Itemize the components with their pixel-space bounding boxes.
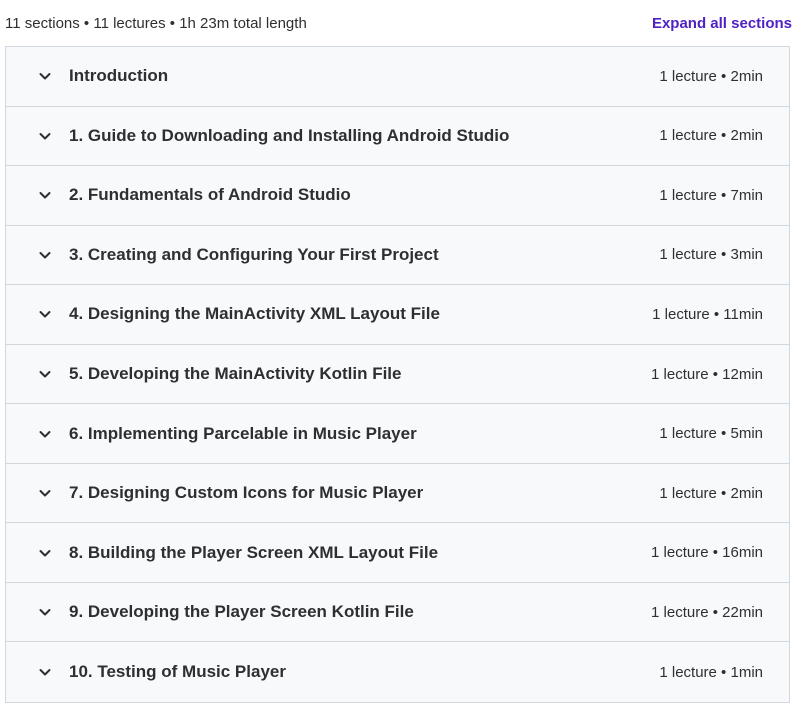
chevron-down-icon[interactable] — [38, 188, 52, 202]
section-title: 5. Developing the MainActivity Kotlin Fi… — [69, 364, 402, 383]
section-title: Introduction — [69, 66, 169, 86]
section-lecture-info: 1 lecture • 2min — [659, 67, 763, 85]
section-row[interactable]: 2. Fundamentals of Android Studio 1 lect… — [6, 166, 789, 226]
section-row[interactable]: 8. Building the Player Screen XML Layout… — [6, 523, 789, 583]
section-title: 6. Implementing Parcelable in Music Play… — [69, 423, 417, 443]
chevron-down-icon[interactable] — [38, 665, 52, 679]
section-lecture-info: 1 lecture • 16min — [651, 544, 763, 562]
section-title: 10. Testing of Music Player — [69, 662, 286, 682]
chevron-down-icon[interactable] — [38, 605, 52, 619]
section-lecture-info: 1 lecture • 7min — [659, 186, 763, 204]
section-lecture-info: 1 lecture • 5min — [659, 425, 763, 443]
section-row[interactable]: Introduction 1 lecture • 2min — [6, 47, 789, 107]
section-title: 8. Building the Player Screen XML Layout… — [69, 542, 439, 562]
chevron-down-icon[interactable] — [38, 546, 52, 560]
section-title: 4. Designing the MainActivity XML Layout… — [69, 304, 440, 324]
section-lecture-info: 1 lecture • 1min — [659, 663, 763, 681]
chevron-down-icon[interactable] — [38, 486, 52, 500]
section-title: 7. Designing Custom Icons for Music Play… — [69, 483, 424, 503]
chevron-down-icon[interactable] — [38, 69, 52, 83]
section-title: 1. Guide to Downloading and Installing A… — [69, 125, 510, 145]
section-row[interactable]: 7. Designing Custom Icons for Music Play… — [6, 463, 789, 524]
section-row[interactable]: 9. Developing the Player Screen Kotlin F… — [6, 582, 789, 643]
section-lecture-info: 1 lecture • 2min — [659, 484, 763, 502]
section-row[interactable]: 5. Developing the MainActivity Kotlin Fi… — [6, 344, 789, 405]
chevron-down-icon[interactable] — [38, 307, 52, 321]
section-row[interactable]: 10. Testing of Music Player 1 lecture • … — [6, 642, 789, 703]
section-lecture-info: 1 lecture • 22min — [651, 603, 763, 621]
section-lecture-info: 1 lecture • 2min — [659, 127, 763, 145]
curriculum-summary: 11 sections • 11 lectures • 1h 23m total… — [5, 14, 307, 32]
chevron-down-icon[interactable] — [38, 129, 52, 143]
section-title: 9. Developing the Player Screen Kotlin F… — [69, 602, 414, 622]
section-row[interactable]: 4. Designing the MainActivity XML Layout… — [6, 285, 789, 345]
section-lecture-info: 1 lecture • 12min — [651, 365, 763, 383]
section-title: 3. Creating and Configuring Your First P… — [69, 244, 439, 264]
section-list: Introduction 1 lecture • 2min 1. Guide t… — [5, 46, 790, 704]
section-row[interactable]: 3. Creating and Configuring Your First P… — [6, 225, 789, 286]
expand-all-sections-button[interactable]: Expand all sections — [652, 15, 792, 32]
section-row[interactable]: 6. Implementing Parcelable in Music Play… — [6, 404, 789, 464]
section-title: 2. Fundamentals of Android Studio — [69, 185, 351, 205]
section-lecture-info: 1 lecture • 3min — [659, 246, 763, 264]
section-row[interactable]: 1. Guide to Downloading and Installing A… — [6, 106, 789, 167]
chevron-down-icon[interactable] — [38, 367, 52, 381]
curriculum-header: 11 sections • 11 lectures • 1h 23m total… — [5, 0, 792, 46]
chevron-down-icon[interactable] — [38, 427, 52, 441]
chevron-down-icon[interactable] — [38, 248, 52, 262]
section-lecture-info: 1 lecture • 11min — [652, 305, 763, 323]
